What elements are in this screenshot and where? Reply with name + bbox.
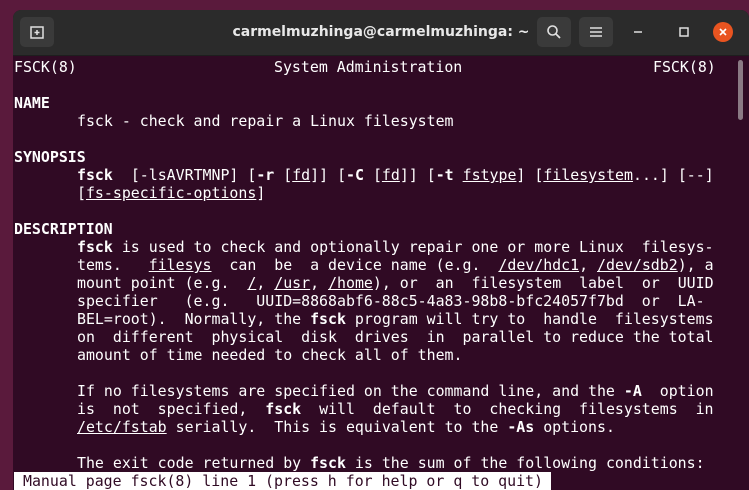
desc-text: program will try to handle filesystems — [345, 310, 714, 328]
desc-line-2: tems. filesys can be a device name (e.g.… — [77, 256, 714, 274]
desc-text: tems. — [77, 256, 149, 274]
description-heading: DESCRIPTION — [14, 220, 113, 238]
search-icon — [547, 25, 561, 39]
synopsis-line-1: fsck [-lsAVRTMNP] [-r [fd]] [-C [fd]] [-… — [77, 166, 714, 184]
bracket: ] — [408, 166, 418, 184]
desc-text: options. — [534, 418, 615, 436]
synopsis-cmd: fsck — [77, 166, 113, 184]
man-header-left: FSCK(8) — [14, 58, 77, 76]
path-home: /home — [328, 274, 373, 292]
name-heading: NAME — [14, 94, 50, 112]
desc-text: BEL=root). Normally, the — [77, 310, 311, 328]
terminal-window: carmelmuzhinga@carmelmuzhinga: ~ FSCK(8)… — [13, 10, 749, 490]
bracket: [ — [534, 166, 544, 184]
close-button[interactable] — [713, 22, 733, 42]
desc-line-7: amount of time needed to check all of th… — [77, 346, 463, 364]
desc-p2-line-2: is not specified, fsck will default to c… — [77, 400, 714, 418]
maximize-icon — [679, 27, 689, 37]
bracket: ] — [319, 166, 329, 184]
bracket: ...] — [632, 166, 669, 184]
synopsis-fsso-arg: fs-specific-options — [85, 184, 257, 202]
desc-p2-line-3: /etc/fstab serially. This is equivalent … — [77, 418, 615, 436]
synopsis-heading: SYNOPSIS — [14, 148, 86, 166]
synopsis-r-arg: fd — [292, 166, 311, 184]
arg-filesys: filesys — [148, 256, 212, 274]
desc-text: The exit code returned by — [77, 454, 311, 472]
desc-line-3: mount point (e.g. /, /usr, /home), or an… — [77, 274, 714, 292]
desc-text: , — [579, 256, 598, 274]
scrollbar[interactable] — [738, 60, 743, 120]
pager-status-line: Manual page fsck(8) line 1 (press h for … — [14, 472, 551, 490]
bracket: ] — [256, 184, 266, 202]
synopsis-t-arg: fstype — [462, 166, 517, 184]
search-button[interactable] — [537, 17, 571, 47]
cmd-name: fsck — [265, 400, 302, 418]
desc-text: serially. This is equivalent to the — [166, 418, 508, 436]
name-description: fsck - check and repair a Linux filesyst… — [77, 112, 454, 130]
man-header-center: System Administration — [274, 58, 463, 76]
minimize-icon — [634, 31, 642, 33]
bracket: [ — [247, 166, 257, 184]
bracket: ] — [310, 166, 320, 184]
desc-text: is not specified, — [77, 400, 266, 418]
cmd-name: fsck — [310, 310, 346, 328]
desc-line-1: fsck is used to check and optionally rep… — [77, 238, 714, 256]
desc-text: can be a device name (e.g. — [211, 256, 499, 274]
synopsis-c-arg: fd — [381, 166, 400, 184]
path-dev-sdb2: /dev/sdb2 — [597, 256, 678, 274]
title-bar: carmelmuzhinga@carmelmuzhinga: ~ — [13, 10, 749, 56]
hamburger-menu-icon — [590, 27, 602, 37]
bracket: [ — [77, 184, 86, 202]
desc-line-6: on different physical disk drives in par… — [77, 328, 714, 346]
desc-line-4: specifier (e.g. UUID=8868abf6-88c5-4a83-… — [77, 292, 705, 310]
synopsis-t-flag: -t — [435, 166, 454, 184]
cmd-name: fsck — [310, 454, 346, 472]
desc-text: will default to checking filesystems in — [301, 400, 714, 418]
desc-text: , — [310, 274, 329, 292]
desc-line-5: BEL=root). Normally, the fsck program wi… — [77, 310, 714, 328]
synopsis-fs-arg: filesystem — [543, 166, 633, 184]
synopsis-dashdash: [--] — [677, 166, 714, 184]
close-icon — [719, 28, 727, 36]
desc-text: option — [641, 382, 714, 400]
bracket: [ — [283, 166, 293, 184]
desc-p2-line-1: If no filesystems are specified on the c… — [77, 382, 714, 400]
desc-text: , — [256, 274, 275, 292]
flag-A: -A — [623, 382, 642, 400]
bracket: ] — [516, 166, 526, 184]
cmd-name: fsck — [77, 238, 113, 256]
path-etc-fstab: /etc/fstab — [77, 418, 167, 436]
synopsis-line-2: [fs-specific-options] — [77, 184, 265, 202]
path-root: / — [247, 274, 257, 292]
path-dev-hdc1: /dev/hdc1 — [498, 256, 580, 274]
desc-p3-line-1: The exit code returned by fsck is the su… — [77, 454, 705, 472]
synopsis-opt1: [-lsAVRTMNP] — [130, 166, 239, 184]
menu-button[interactable] — [579, 17, 613, 47]
flag-As: -As — [507, 418, 535, 436]
bracket: ] — [399, 166, 409, 184]
bracket: [ — [337, 166, 347, 184]
bracket: [ — [426, 166, 436, 184]
maximize-button[interactable] — [674, 22, 694, 42]
path-usr: /usr — [274, 274, 311, 292]
desc-text: mount point (e.g. — [77, 274, 248, 292]
desc-text: is used to check and optionally repair o… — [112, 238, 714, 256]
man-header-right: FSCK(8) — [653, 58, 716, 76]
synopsis-c-flag: -C — [346, 166, 364, 184]
desc-text: ), or an filesystem label or UUID — [372, 274, 714, 292]
bracket: [ — [372, 166, 382, 184]
desc-text: ), a — [677, 256, 714, 274]
desc-text: If no filesystems are specified on the c… — [77, 382, 624, 400]
minimize-button[interactable] — [628, 22, 648, 42]
synopsis-r-flag: -r — [256, 166, 275, 184]
desc-text: is the sum of the following conditions: — [345, 454, 705, 472]
terminal-content[interactable]: FSCK(8) System Administration FSCK(8) NA… — [13, 56, 749, 490]
